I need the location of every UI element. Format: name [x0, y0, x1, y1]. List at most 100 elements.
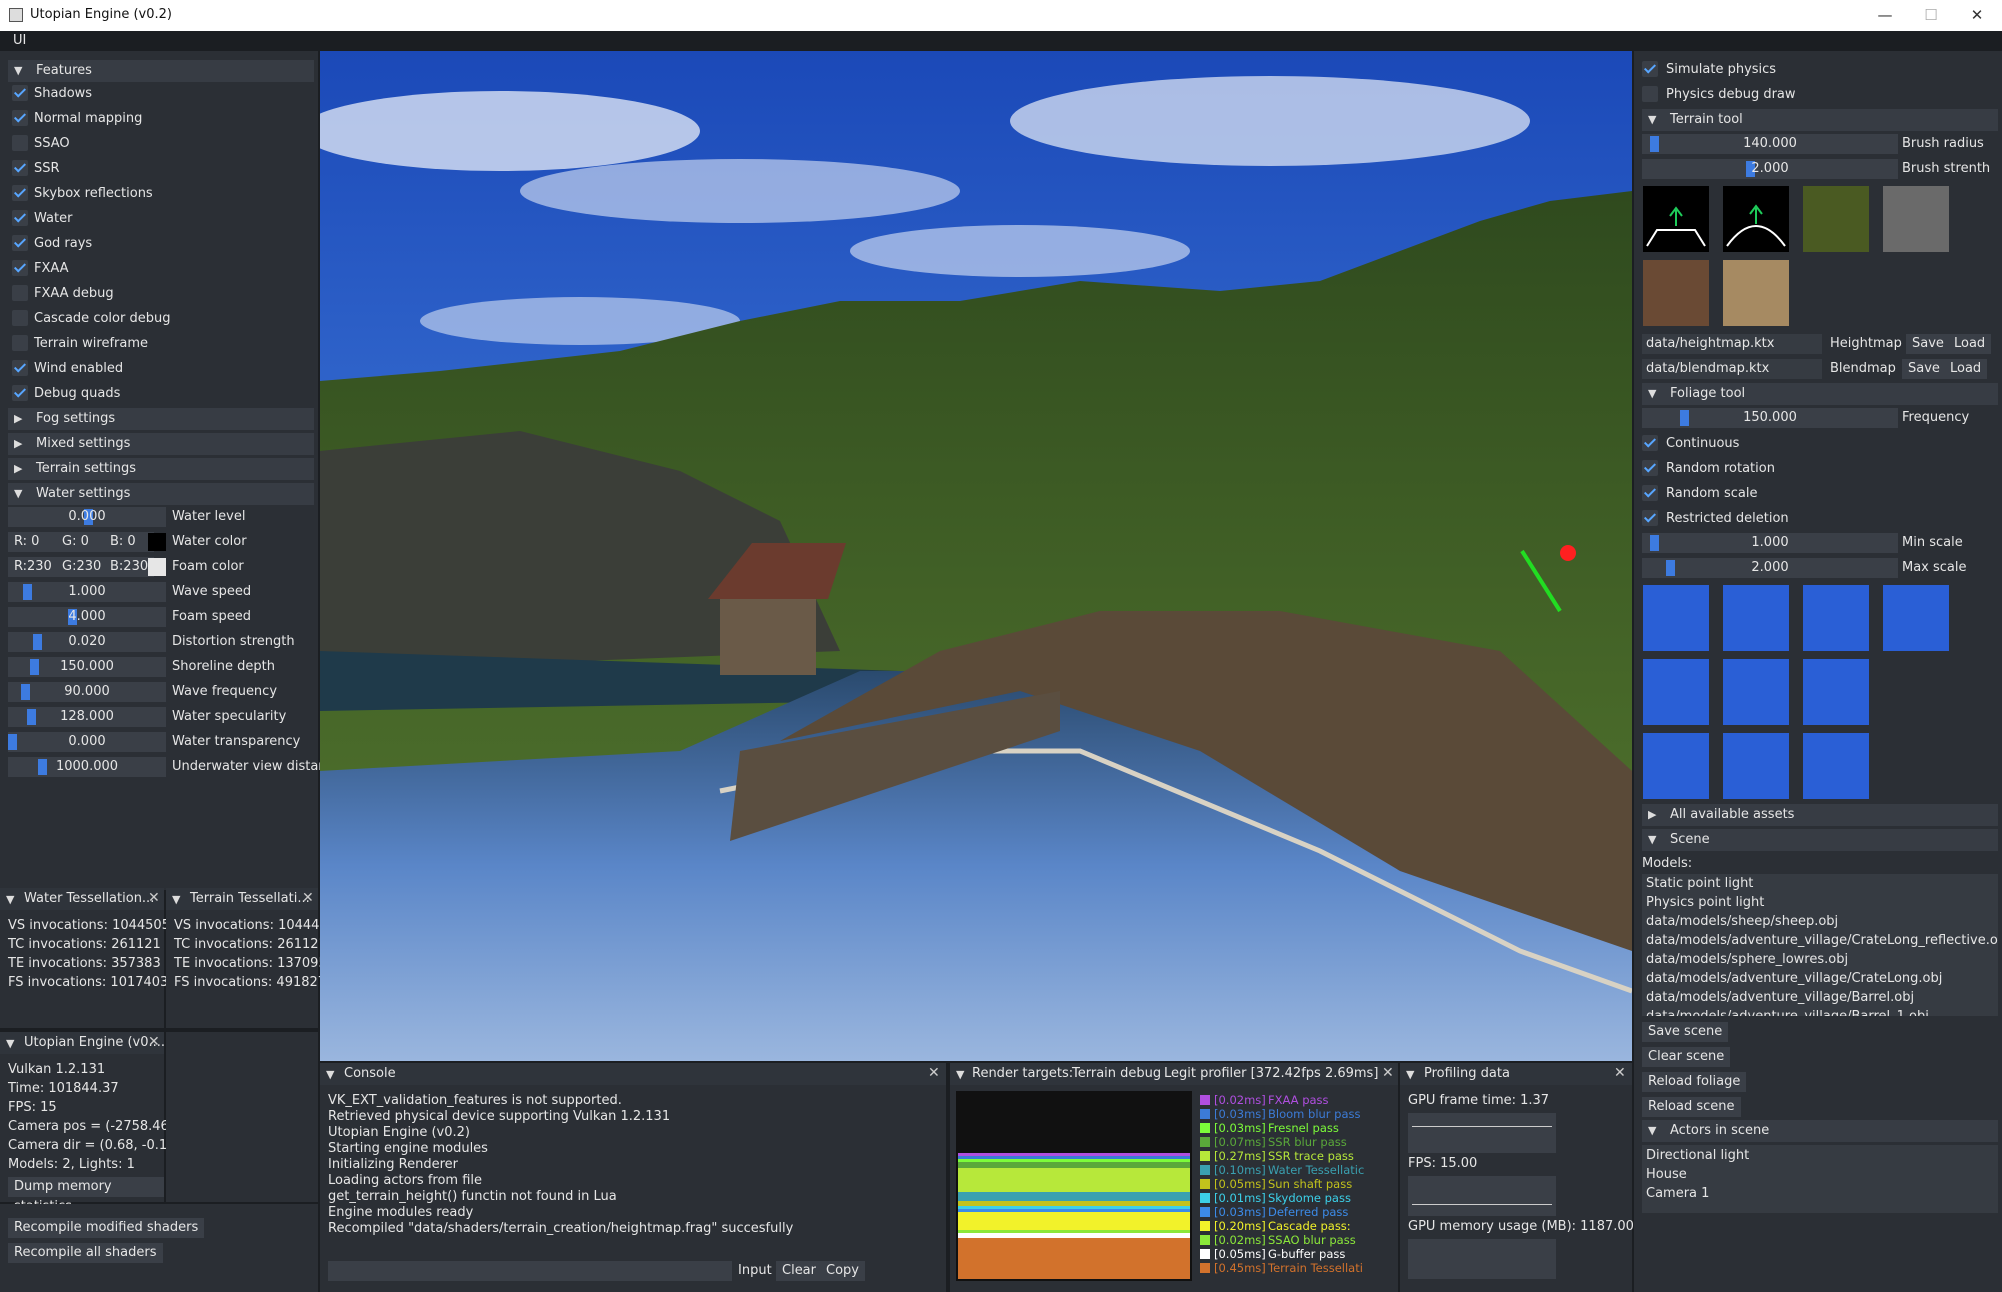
profiling-data-titlebar[interactable]: ▼ Profiling data ✕: [1400, 1063, 1632, 1085]
minimize-button[interactable]: —: [1862, 0, 1908, 31]
foliage-plant-thumbnail[interactable]: [1642, 584, 1710, 652]
foliage-fern-thumbnail[interactable]: [1642, 732, 1710, 800]
engine-info-titlebar[interactable]: ▼ Utopian Engine (v0.... ✕: [0, 1032, 165, 1054]
tab-terrain-debug[interactable]: Terrain debug: [1072, 1066, 1161, 1081]
dump-memory-button[interactable]: Dump memory statistics: [8, 1177, 164, 1214]
all-assets-header[interactable]: ▶ All available assets: [1642, 804, 1998, 826]
console-copy-button[interactable]: Copy: [820, 1261, 865, 1281]
water-setting-slider[interactable]: 4.000: [8, 607, 166, 627]
water-color-b[interactable]: B: 0: [104, 532, 154, 552]
grass-texture-thumbnail[interactable]: [1802, 185, 1870, 253]
foliage-plant-thumbnail[interactable]: [1722, 584, 1790, 652]
model-item[interactable]: data/models/sphere_lowres.obj: [1646, 952, 1848, 967]
simulate-physics-checkbox[interactable]: [1642, 61, 1658, 77]
blendmap-save-button[interactable]: Save: [1902, 359, 1946, 379]
foliage-flower-thumbnail[interactable]: [1642, 658, 1710, 726]
model-item[interactable]: data/models/adventure_village/CrateLong_…: [1646, 933, 1998, 948]
console-titlebar[interactable]: ▼ Console ✕: [320, 1063, 946, 1085]
scene-button[interactable]: Save scene: [1642, 1022, 1729, 1042]
foliage-rock-thumbnail[interactable]: [1802, 658, 1870, 726]
water-setting-slider[interactable]: 0.000: [8, 732, 166, 752]
close-icon[interactable]: ✕: [1382, 1065, 1394, 1081]
water-level-slider[interactable]: 0.000: [8, 507, 166, 527]
restricted-deletion-checkbox[interactable]: [1642, 510, 1658, 526]
brush-strength-slider[interactable]: 2.000: [1642, 159, 1898, 179]
water-setting-slider[interactable]: 0.020: [8, 632, 166, 652]
close-icon[interactable]: ✕: [1614, 1065, 1626, 1081]
foliage-plant-thumbnail[interactable]: [1802, 584, 1870, 652]
water-setting-slider[interactable]: 150.000: [8, 657, 166, 677]
foliage-bush-thumbnail[interactable]: [1722, 658, 1790, 726]
brush-radius-slider[interactable]: 140.000: [1642, 134, 1898, 154]
features-header[interactable]: ▼ Features: [8, 60, 314, 82]
close-icon[interactable]: ✕: [302, 890, 314, 906]
raise-brush-thumbnail[interactable]: [1642, 185, 1710, 253]
close-icon[interactable]: ✕: [148, 1034, 160, 1050]
close-icon[interactable]: ✕: [148, 890, 160, 906]
smooth-brush-thumbnail[interactable]: [1722, 185, 1790, 253]
heightmap-load-button[interactable]: Load: [1948, 334, 1992, 354]
model-item[interactable]: data/models/adventure_village/CrateLong.…: [1646, 971, 1942, 986]
tab-render-targets[interactable]: Render targets:: [972, 1066, 1073, 1081]
model-item[interactable]: data/models/adventure_village/Barrel_1.o…: [1646, 1009, 1929, 1016]
recompile-all-button[interactable]: Recompile all shaders: [8, 1243, 163, 1263]
model-item[interactable]: data/models/sheep/sheep.obj: [1646, 914, 1838, 929]
terrain-tool-header[interactable]: ▼ Terrain tool: [1642, 109, 1998, 131]
random-scale-checkbox[interactable]: [1642, 485, 1658, 501]
feature-checkbox[interactable]: [12, 310, 28, 326]
continuous-checkbox[interactable]: [1642, 435, 1658, 451]
heightmap-path-input[interactable]: data/heightmap.ktx: [1642, 334, 1822, 354]
feature-checkbox[interactable]: [12, 360, 28, 376]
blendmap-path-input[interactable]: data/blendmap.ktx: [1642, 359, 1822, 379]
model-item[interactable]: Static point light: [1646, 876, 1753, 891]
maximize-button[interactable]: ☐: [1908, 0, 1954, 31]
water-setting-slider[interactable]: 90.000: [8, 682, 166, 702]
feature-checkbox[interactable]: [12, 210, 28, 226]
heightmap-save-button[interactable]: Save: [1906, 334, 1950, 354]
close-button[interactable]: ✕: [1954, 0, 2000, 31]
feature-checkbox[interactable]: [12, 85, 28, 101]
actors-list[interactable]: Directional light House Camera 1: [1642, 1145, 1998, 1213]
feature-checkbox[interactable]: [12, 335, 28, 351]
water-tess-titlebar[interactable]: ▼ Water Tessellation... ✕: [0, 888, 164, 910]
min-scale-slider[interactable]: 1.000: [1642, 533, 1898, 553]
scene-button[interactable]: Reload scene: [1642, 1097, 1741, 1117]
water-settings-header[interactable]: ▼ Water settings: [8, 483, 314, 505]
collapsed-section-header[interactable]: ▶ Fog settings: [8, 408, 314, 430]
actors-header[interactable]: ▼ Actors in scene: [1642, 1120, 1998, 1142]
max-scale-slider[interactable]: 2.000: [1642, 558, 1898, 578]
foliage-tool-header[interactable]: ▼ Foliage tool: [1642, 383, 1998, 405]
recompile-modified-button[interactable]: Recompile modified shaders: [8, 1218, 205, 1238]
rock-texture-thumbnail[interactable]: [1882, 185, 1950, 253]
blendmap-load-button[interactable]: Load: [1944, 359, 1988, 379]
feature-checkbox[interactable]: [12, 160, 28, 176]
feature-checkbox[interactable]: [12, 135, 28, 151]
physics-debug-checkbox[interactable]: [1642, 86, 1658, 102]
feature-checkbox[interactable]: [12, 285, 28, 301]
feature-checkbox[interactable]: [12, 260, 28, 276]
scene-button[interactable]: Clear scene: [1642, 1047, 1731, 1067]
3d-viewport[interactable]: [320, 51, 1632, 1061]
scene-button[interactable]: Reload foliage: [1642, 1072, 1747, 1092]
foam-color-swatch[interactable]: [148, 558, 166, 576]
feature-checkbox[interactable]: [12, 185, 28, 201]
sand-texture-thumbnail[interactable]: [1722, 259, 1790, 327]
random-rotation-checkbox[interactable]: [1642, 460, 1658, 476]
water-setting-slider[interactable]: 128.000: [8, 707, 166, 727]
feature-checkbox[interactable]: [12, 235, 28, 251]
console-clear-button[interactable]: Clear: [776, 1261, 822, 1281]
water-color-r[interactable]: R: 0: [8, 532, 58, 552]
actor-item[interactable]: Directional light: [1646, 1148, 1749, 1163]
collapsed-section-header[interactable]: ▶ Terrain settings: [8, 458, 314, 480]
tab-legit-profiler[interactable]: Legit profiler [372.42fps 2.69ms]: [1164, 1066, 1378, 1081]
water-color-g[interactable]: G: 0: [56, 532, 106, 552]
water-setting-slider[interactable]: 1.000: [8, 582, 166, 602]
foliage-flower-thumbnail[interactable]: [1882, 584, 1950, 652]
terrain-tess-titlebar[interactable]: ▼ Terrain Tessellati... ✕: [166, 888, 318, 910]
console-input[interactable]: [328, 1261, 732, 1281]
models-list[interactable]: Static point light Physics point light dat…: [1642, 874, 1998, 1016]
actor-item[interactable]: Camera 1: [1646, 1186, 1709, 1201]
water-setting-slider[interactable]: 1000.000: [8, 757, 166, 777]
collapsed-section-header[interactable]: ▶ Mixed settings: [8, 433, 314, 455]
foliage-tree-thumbnail[interactable]: [1722, 732, 1790, 800]
